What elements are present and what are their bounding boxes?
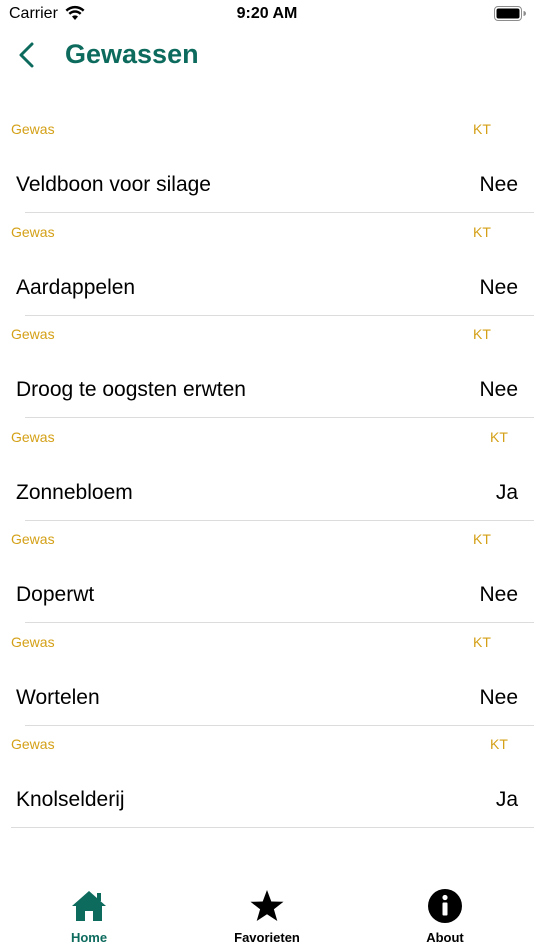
status-bar: Carrier 9:20 AM	[0, 0, 534, 28]
crop-name: Droog te oogsten erwten	[16, 378, 246, 401]
section-header: Gewas KT	[11, 429, 518, 447]
battery-icon	[494, 6, 526, 21]
crop-kt-value: Nee	[479, 685, 518, 709]
section-header-gewas: Gewas	[11, 326, 55, 342]
list-item[interactable]: Doperwt Nee	[0, 572, 534, 618]
list-item[interactable]: Veldboon voor silage Nee	[0, 162, 534, 208]
crop-kt-value: Ja	[495, 480, 518, 504]
tab-bar: Home Favorieten About	[0, 882, 534, 950]
list-section: Gewas KT Wortelen Nee	[0, 623, 534, 726]
list-section: Gewas KT Aardappelen Nee	[0, 213, 534, 316]
clock: 9:20 AM	[236, 5, 298, 22]
crop-kt-value: Nee	[479, 173, 518, 196]
tab-favorites-label: Favorieten	[234, 930, 300, 945]
tab-home-label: Home	[70, 930, 108, 945]
crop-kt-value: Nee	[479, 275, 518, 299]
section-header: Gewas KT	[11, 736, 518, 754]
page-title: Gewassen	[65, 39, 199, 69]
list-section: Gewas KT Zonnebloem Ja	[0, 418, 534, 521]
section-header: Gewas KT	[11, 121, 518, 139]
tab-about[interactable]: About	[356, 882, 534, 950]
section-header-gewas: Gewas	[11, 121, 55, 137]
section-header-gewas: Gewas	[11, 736, 55, 752]
crop-kt-value: Nee	[479, 378, 518, 401]
list-item[interactable]: Knolselderij Ja	[0, 777, 534, 823]
list-section: Gewas KT Doperwt Nee	[0, 520, 534, 623]
crop-kt-value: Nee	[479, 583, 518, 606]
tab-favorites[interactable]: Favorieten	[178, 882, 356, 950]
crop-name: Knolselderij	[16, 788, 125, 811]
section-header-kt: KT	[473, 531, 491, 547]
section-header-kt: KT	[473, 326, 491, 342]
section-header: Gewas KT	[11, 224, 518, 242]
crop-kt-value: Ja	[495, 788, 518, 811]
section-header: Gewas KT	[11, 634, 518, 652]
section-header: Gewas KT	[11, 531, 518, 549]
list-section: Gewas KT Knolselderij Ja	[0, 725, 534, 828]
section-header-kt: KT	[473, 633, 491, 650]
crop-name: Aardappelen	[16, 275, 136, 299]
list-item[interactable]: Wortelen Nee	[0, 675, 534, 721]
star-icon	[250, 890, 284, 921]
section-header-kt: KT	[490, 428, 508, 445]
navigation-bar: Gewassen	[0, 28, 534, 84]
info-icon	[428, 889, 462, 923]
section-header-gewas: Gewas	[11, 428, 55, 445]
crop-name: Veldboon voor silage	[16, 173, 211, 196]
section-header-kt: KT	[473, 121, 491, 137]
section-header-kt: KT	[473, 223, 491, 240]
list-item[interactable]: Zonnebloem Ja	[0, 470, 534, 516]
section-header-kt: KT	[490, 736, 508, 752]
list-item[interactable]: Droog te oogsten erwten Nee	[0, 367, 534, 413]
list-item[interactable]: Aardappelen Nee	[0, 265, 534, 311]
crop-name: Wortelen	[16, 685, 100, 709]
crop-list: Gewas KT Veldboon voor silage Nee Gewas KT Aar…	[0, 110, 534, 828]
section-header-gewas: Gewas	[11, 633, 55, 650]
section-header: Gewas KT	[11, 326, 518, 344]
back-button[interactable]	[12, 38, 42, 72]
row-divider	[11, 827, 534, 828]
section-header-gewas: Gewas	[11, 531, 55, 547]
house-icon	[72, 891, 106, 921]
tab-home[interactable]: Home	[0, 882, 178, 950]
tab-about-label: About	[426, 930, 464, 945]
chevron-left-icon	[19, 42, 34, 68]
list-section: Gewas KT Veldboon voor silage Nee	[0, 110, 534, 213]
section-header-gewas: Gewas	[11, 223, 55, 240]
crop-name: Zonnebloem	[16, 480, 133, 504]
crop-name: Doperwt	[16, 583, 95, 606]
list-section: Gewas KT Droog te oogsten erwten Nee	[0, 315, 534, 418]
